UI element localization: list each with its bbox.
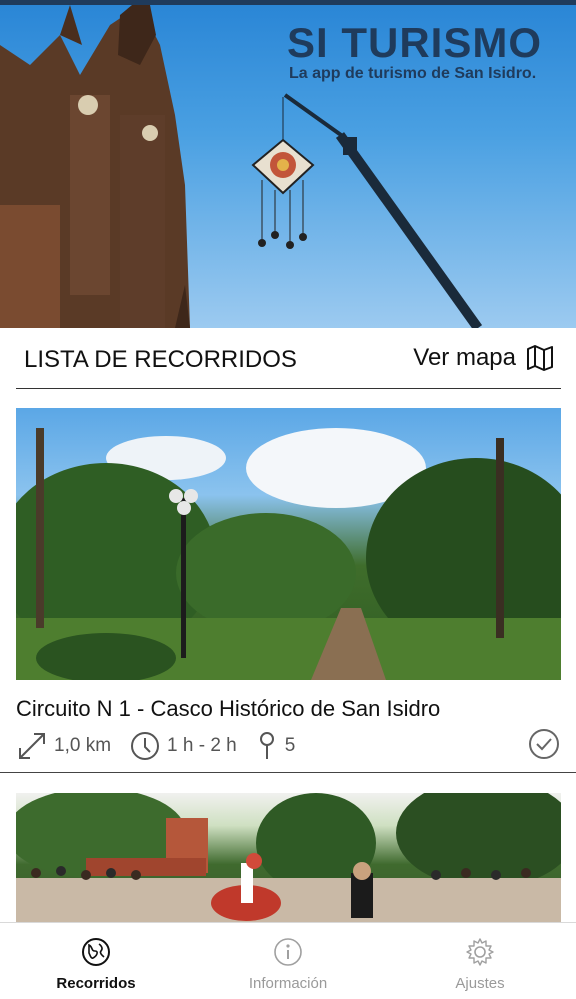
tour-image xyxy=(16,408,561,680)
hero-title-block: SI TURISMO La app de turismo de San Isid… xyxy=(287,21,542,83)
app-subtitle: La app de turismo de San Isidro. xyxy=(288,65,537,82)
gear-icon xyxy=(466,938,494,966)
tour-distance-value: 1,0 km xyxy=(54,735,112,756)
tab-ajustes[interactable]: Ajustes xyxy=(384,923,576,999)
tour-meta: 1,0 km 1 h - 2 h 5 xyxy=(16,730,313,762)
tour-duration: 1 h - 2 h xyxy=(129,730,237,762)
tour-duration-value: 1 h - 2 h xyxy=(167,735,237,756)
info-icon xyxy=(274,938,302,966)
tour-photo xyxy=(16,428,561,680)
tab-informacion-label: Información xyxy=(248,975,328,992)
section-title: LISTA DE RECORRIDOS xyxy=(24,346,297,373)
view-map-button[interactable]: Ver mapa xyxy=(413,344,554,372)
tab-recorridos[interactable]: Recorridos xyxy=(0,923,192,999)
view-map-label: Ver mapa xyxy=(413,344,516,371)
app-title: SI TURISMO xyxy=(286,19,542,66)
pin-icon xyxy=(259,732,274,759)
tab-ajustes-label: Ajustes xyxy=(455,975,505,992)
tour-title: Circuito N 1 - Casco Histórico de San Is… xyxy=(16,696,441,721)
tab-informacion[interactable]: Información xyxy=(192,923,384,999)
tour-stops: 5 xyxy=(255,730,296,762)
check-circle-icon xyxy=(529,729,559,759)
globe-icon xyxy=(82,938,110,966)
section-divider xyxy=(16,388,561,389)
distance-icon xyxy=(19,733,45,759)
hero-banner: SI TURISMO La app de turismo de San Isid… xyxy=(0,5,576,328)
map-icon xyxy=(527,345,553,371)
section-header: LISTA DE RECORRIDOS Ver mapa xyxy=(0,328,576,390)
tour-photo-2 xyxy=(16,793,561,923)
tour-distance: 1,0 km xyxy=(16,730,111,762)
tour-card[interactable]: Circuito N 1 - Casco Histórico de San Is… xyxy=(0,408,576,773)
card-divider xyxy=(0,772,576,773)
clock-icon xyxy=(131,732,160,760)
tour-stops-value: 5 xyxy=(284,735,296,756)
tab-recorridos-label: Recorridos xyxy=(56,975,136,992)
bottom-tab-bar: Recorridos Información Ajustes xyxy=(0,922,576,999)
tour-card-image-partial[interactable] xyxy=(16,793,561,923)
completed-check[interactable] xyxy=(528,728,560,765)
